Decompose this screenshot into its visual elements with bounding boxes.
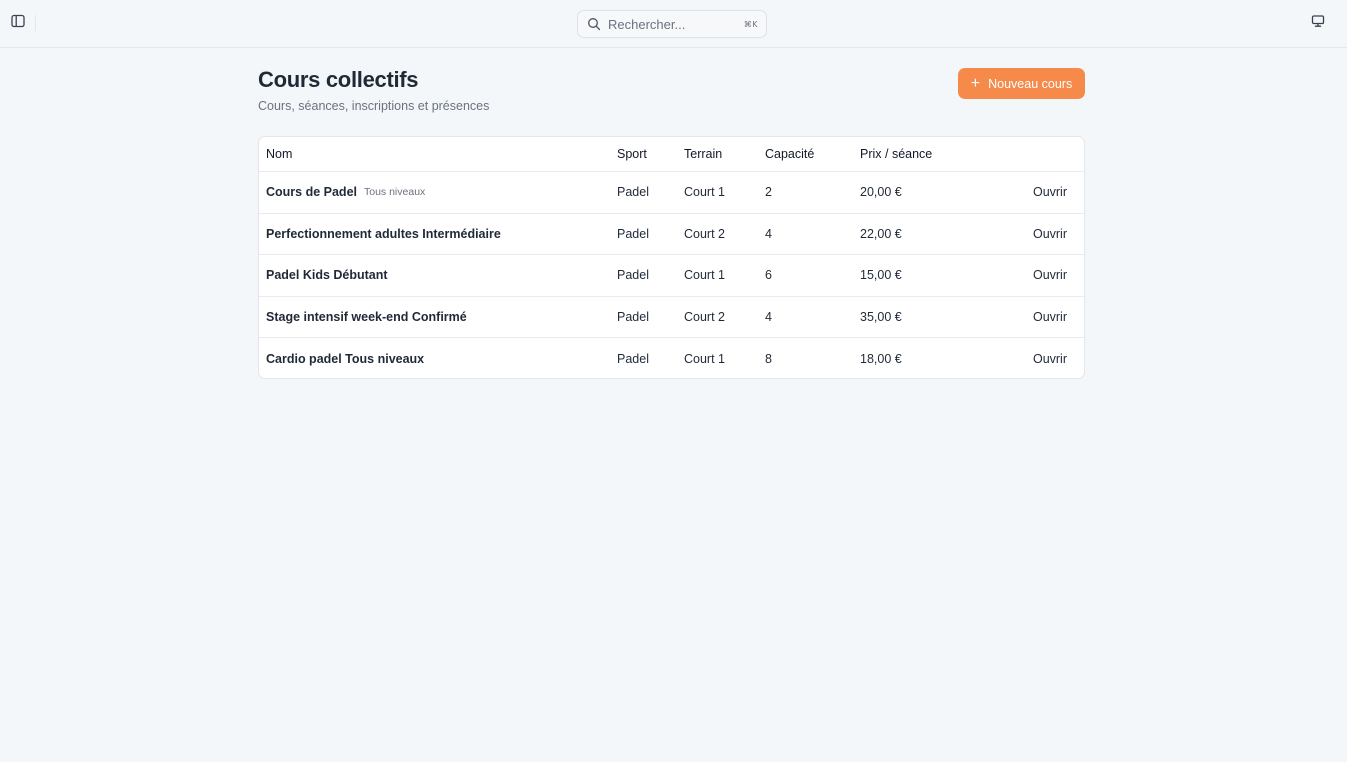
course-terrain: Court 1 <box>684 268 725 283</box>
table-row[interactable]: Cours de Padel Tous niveaux Padel Court … <box>259 172 1084 214</box>
new-course-button-label: Nouveau cours <box>988 76 1073 91</box>
column-header-name: Nom <box>266 147 293 161</box>
course-capacity: 2 <box>765 185 772 200</box>
course-sport: Padel <box>617 351 649 366</box>
search-input[interactable] <box>608 16 728 32</box>
course-name-cell: Stage intensif week-end Confirmé <box>266 297 467 338</box>
table-row[interactable]: Padel Kids Débutant Padel Court 1 6 15,0… <box>259 255 1084 297</box>
column-header-sport: Sport <box>617 147 647 161</box>
course-capacity: 4 <box>765 309 772 324</box>
course-capacity: 4 <box>765 226 772 241</box>
toolbar-divider <box>35 15 36 31</box>
course-sport: Padel <box>617 226 649 241</box>
course-sport: Padel <box>617 268 649 283</box>
open-course-link[interactable]: Ouvrir <box>1033 310 1067 324</box>
course-name-cell: Padel Kids Débutant <box>266 255 388 296</box>
course-name-cell: Cours de Padel Tous niveaux <box>266 172 425 213</box>
column-header-price: Prix / séance <box>860 147 933 161</box>
sidebar-toggle-button[interactable] <box>8 13 28 33</box>
course-name: Perfectionnement adultes Intermédiaire <box>266 226 501 241</box>
course-price: 20,00 € <box>860 185 902 200</box>
page-title: Cours collectifs <box>258 67 419 92</box>
course-price: 18,00 € <box>860 351 902 366</box>
open-course-link[interactable]: Ouvrir <box>1033 185 1067 199</box>
course-price: 22,00 € <box>860 226 902 241</box>
course-name-cell: Perfectionnement adultes Intermédiaire <box>266 214 501 255</box>
course-name: Padel Kids Débutant <box>266 268 388 283</box>
course-capacity: 6 <box>765 268 772 283</box>
course-level-tag: Tous niveaux <box>364 186 426 199</box>
course-price: 35,00 € <box>860 309 902 324</box>
column-header-capacity: Capacité <box>765 147 815 161</box>
course-terrain: Court 1 <box>684 351 725 366</box>
table-row[interactable]: Perfectionnement adultes Intermédiaire P… <box>259 214 1084 255</box>
open-course-link[interactable]: Ouvrir <box>1033 268 1067 282</box>
new-course-button[interactable]: + Nouveau cours <box>958 68 1085 99</box>
course-terrain: Court 2 <box>684 226 725 241</box>
course-capacity: 8 <box>765 351 772 366</box>
monitor-icon <box>1311 14 1325 33</box>
course-name: Stage intensif week-end Confirmé <box>266 309 467 324</box>
open-course-link[interactable]: Ouvrir <box>1033 352 1067 366</box>
display-mode-button[interactable] <box>1308 13 1328 33</box>
sidebar-panel-icon <box>11 14 25 33</box>
page-subtitle: Cours, séances, inscriptions et présence… <box>258 99 490 113</box>
courses-table: Nom Sport Terrain Capacité Prix / séance… <box>258 136 1085 379</box>
table-header-row: Nom Sport Terrain Capacité Prix / séance <box>259 137 1084 172</box>
course-terrain: Court 1 <box>684 185 725 200</box>
table-row[interactable]: Stage intensif week-end Confirmé Padel C… <box>259 297 1084 338</box>
course-sport: Padel <box>617 185 649 200</box>
course-terrain: Court 2 <box>684 309 725 324</box>
search-shortcut-hint: ⌘K <box>743 19 758 29</box>
search-icon <box>586 16 602 32</box>
column-header-terrain: Terrain <box>684 147 723 161</box>
course-price: 15,00 € <box>860 268 902 283</box>
search-box[interactable]: ⌘K <box>577 10 767 38</box>
course-name-cell: Cardio padel Tous niveaux <box>266 338 425 378</box>
plus-icon: + <box>970 74 981 92</box>
course-name: Cours de Padel <box>266 185 357 200</box>
course-name: Cardio padel Tous niveaux <box>266 351 425 366</box>
course-sport: Padel <box>617 309 649 324</box>
table-row[interactable]: Cardio padel Tous niveaux Padel Court 1 … <box>259 338 1084 378</box>
open-course-link[interactable]: Ouvrir <box>1033 227 1067 241</box>
top-bar: ⌘K <box>0 0 1347 48</box>
